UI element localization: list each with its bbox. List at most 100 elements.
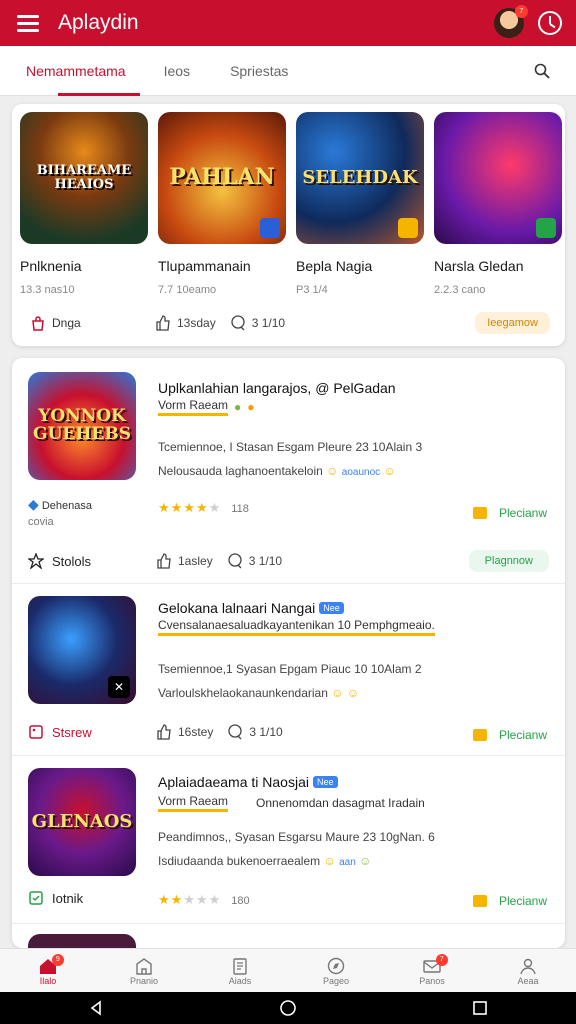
emoji-icon: ● <box>234 400 242 414</box>
footer-label[interactable]: Iotnik <box>52 891 83 906</box>
comments-button[interactable]: 3 1/10 <box>227 553 282 569</box>
featured-thumbnail[interactable] <box>434 112 562 244</box>
tag-icon <box>29 725 43 739</box>
preview-label: Plecianw <box>498 894 547 908</box>
list-item[interactable]: GLENAOS Aplaiadaeama ti Naosjai Nee Vorm … <box>12 756 565 924</box>
recents-icon[interactable] <box>471 999 489 1017</box>
app-description: Tcemiennoe, I Stasan Esgam Pleure 23 10A… <box>158 440 423 454</box>
featured-thumbnail[interactable]: SELEHDAK <box>296 112 424 244</box>
action-pill[interactable]: Plagnnow <box>468 550 549 572</box>
comments-count: 3 1/10 <box>251 316 286 330</box>
app-icon[interactable] <box>28 934 136 948</box>
like-button[interactable]: 16stey <box>156 724 213 740</box>
comments-count: 3 1/10 <box>249 725 283 739</box>
nav-label: Aiads <box>228 975 252 986</box>
nav-item-home[interactable]: 9 Ilalo <box>0 949 96 992</box>
nav-item-1[interactable]: Pnanio <box>96 949 192 992</box>
tag-text: aoaunoc <box>341 467 381 478</box>
emoji-icon: ☺ <box>331 686 344 700</box>
featured-item[interactable]: SELEHDAK Bepla Nagia P3 1/4 <box>296 112 424 296</box>
home-circle-icon[interactable] <box>279 999 297 1017</box>
developer-sub: covia <box>28 516 54 528</box>
app-title[interactable]: Aplaiadaeama ti Naosjai <box>158 774 309 790</box>
tab-2[interactable]: Spriestas <box>216 46 302 96</box>
comments-button[interactable]: 3 1/10 <box>230 315 285 331</box>
star-filled-icon: ★ <box>170 892 184 907</box>
preview-button[interactable]: Plecianw <box>472 894 547 908</box>
app-tags: Varloulskhelaokanaunkendarian <box>158 686 328 700</box>
featured-card: BIHAREAME HEAIOS Pnlknenia 13.3 nas10 PA… <box>12 104 565 346</box>
comments-button[interactable]: 3 1/10 <box>227 724 283 740</box>
footer-label[interactable]: Stolols <box>52 554 91 569</box>
likes-count: 16stey <box>178 725 214 739</box>
app-title[interactable]: Gelokana lalnaari Nangai <box>158 600 315 616</box>
like-button[interactable]: 13sday <box>155 315 216 331</box>
app-subtitle: Onnenomdan dasagmat Iradain <box>256 796 425 810</box>
nav-item-3[interactable]: Pageo <box>288 949 384 992</box>
featured-meta: 2.2.3 cano <box>434 284 486 296</box>
featured-meta: P3 1/4 <box>296 284 328 296</box>
thumbs-up-icon <box>156 315 170 331</box>
list-item[interactable]: ✕ Gelokana lalnaari Nangai Nee Cvensalana… <box>12 584 565 756</box>
star-empty-icon: ★ <box>208 892 222 907</box>
preview-button[interactable]: Plecianw <box>472 506 547 520</box>
featured-thumbnail[interactable]: BIHAREAME HEAIOS <box>20 112 148 244</box>
nav-item-4[interactable]: 7 Panos <box>384 949 480 992</box>
app-icon[interactable]: GLENAOS <box>28 768 136 876</box>
emoji-icon: ☺ <box>359 854 372 868</box>
menu-icon[interactable] <box>14 9 42 37</box>
gift-icon <box>472 507 487 519</box>
nav-label: Pageo <box>322 975 350 986</box>
tag-text: aan <box>339 857 356 868</box>
clock-icon[interactable] <box>538 11 562 35</box>
version-chip: Vorm Raeam <box>158 794 229 812</box>
avatar-badge: 7 <box>515 5 528 18</box>
thumbnail-title: BIHAREAME HEAIOS <box>36 163 132 192</box>
developer-name: Dehenasa <box>41 500 92 512</box>
featured-thumbnail[interactable]: PAHLAN <box>158 112 286 244</box>
featured-item[interactable]: PAHLAN Tlupammanain 7.7 10eamo <box>158 112 286 296</box>
star-empty-icon: ★ <box>208 500 222 515</box>
app-tags: Isdiudaanda bukenoerraealem <box>158 854 321 868</box>
app-icon[interactable]: ✕ <box>28 596 136 704</box>
app-icon[interactable]: YONNOK GUEHEBS <box>28 372 136 480</box>
star-empty-icon: ★ <box>183 892 196 907</box>
preview-label: Plecianw <box>498 506 547 520</box>
developer-icon: ◆ <box>28 496 39 512</box>
nav-label: Aeaa <box>517 975 539 986</box>
rating-stars: ★★★★★ 180 <box>158 892 250 908</box>
version-chip: Vorm Raeam <box>158 398 229 416</box>
platform-badge-icon <box>260 218 280 238</box>
app-title[interactable]: Uplkanlahian langarajos, @ PelGadan <box>158 380 396 396</box>
app-list: YONNOK GUEHEBS Uplkanlahian langarajos, … <box>12 358 565 948</box>
footer-label[interactable]: Stsrew <box>52 725 92 740</box>
search-icon[interactable] <box>534 63 550 79</box>
tab-1[interactable]: Ieos <box>150 46 204 96</box>
avatar[interactable]: 7 <box>494 5 528 38</box>
nav-badge: 9 <box>51 954 64 966</box>
featured-action-pill[interactable]: Ieegamow <box>475 312 550 334</box>
app-bar: Aplaydin 7 <box>0 0 576 46</box>
preview-button[interactable]: Plecianw <box>472 728 547 742</box>
app-title: Aplaydin <box>58 11 139 34</box>
nav-item-5[interactable]: Aeaa <box>480 949 576 992</box>
version-chip: Cvensalanaesaluadkayantenikan 10 Pemphgm… <box>158 618 435 636</box>
featured-item[interactable]: BIHAREAME HEAIOS Pnlknenia 13.3 nas10 <box>20 112 148 296</box>
thumbnail-title: SELEHDAK <box>302 166 418 188</box>
star-filled-icon: ★ <box>158 500 171 515</box>
list-item[interactable]: YONNOK GUEHEBS Uplkanlahian langarajos, … <box>12 358 565 584</box>
rating-count: 118 <box>231 503 249 515</box>
tab-bar: Nemammetama Ieos Spriestas <box>0 46 576 96</box>
nav-item-2[interactable]: Aiads <box>192 949 288 992</box>
system-navigation <box>0 992 576 1024</box>
tab-0[interactable]: Nemammetama <box>12 46 140 96</box>
comment-icon <box>228 553 242 569</box>
featured-meta: 7.7 10eamo <box>158 284 217 296</box>
list-item[interactable] <box>12 934 565 948</box>
app-description: Tsemiennoe,1 Syasan Epgam Piauc 10 10Ala… <box>158 662 422 676</box>
like-button[interactable]: 1asley <box>156 553 213 569</box>
app-icon-title: YONNOK GUEHEBS <box>33 406 131 444</box>
building-icon <box>136 957 152 975</box>
back-icon[interactable] <box>87 999 105 1017</box>
featured-item[interactable]: Narsla Gledan 2.2.3 cano <box>434 112 562 296</box>
